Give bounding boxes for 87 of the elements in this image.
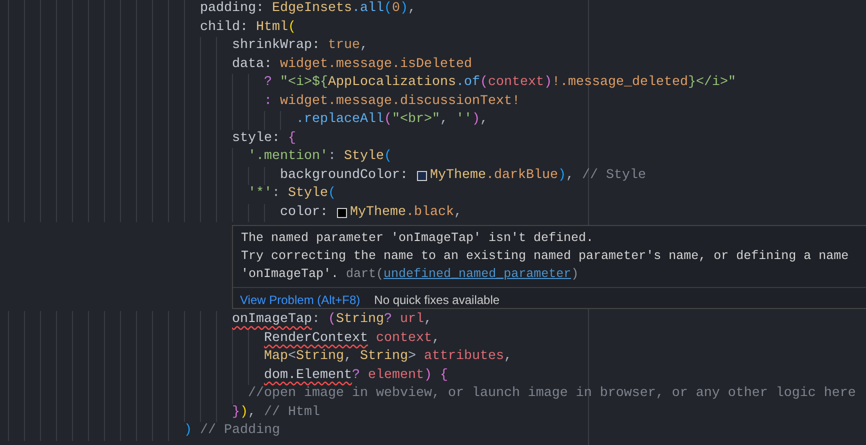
code-token: "<br>" [392, 111, 440, 129]
code-token: context [374, 330, 432, 348]
code-token: padding: [200, 0, 265, 18]
code-token: EdgeInsets [272, 0, 352, 18]
code-token: .all [352, 0, 384, 18]
code-token: // Html [264, 404, 320, 422]
code-token: color: [280, 204, 329, 222]
code-token: , [504, 348, 512, 366]
code-token: style: [232, 130, 281, 148]
code-token: ? [384, 311, 393, 329]
code-token: ( [384, 148, 392, 166]
code-token: Style [288, 185, 328, 203]
code-token: ) [424, 366, 432, 384]
code-token: '' [456, 111, 472, 129]
code-token: // Style [582, 166, 646, 184]
code-token: String [296, 348, 344, 366]
code-token: ) [544, 74, 552, 92]
code-token: , [424, 311, 432, 329]
code-token: ) [240, 404, 248, 422]
code-token: //open image in webview, or launch image in browser, or any other logic here [248, 385, 856, 403]
error-code-token: dom.Element [264, 366, 352, 384]
code-token: String [360, 348, 408, 366]
code-token: attributes [424, 348, 504, 366]
code-token: child: [200, 18, 249, 36]
code-token: .of [456, 74, 480, 92]
error-code-token: onImageTap [232, 311, 312, 329]
code-token: } [232, 404, 240, 422]
code-token: element [368, 366, 424, 384]
code-token: : [328, 148, 337, 166]
code-token: { [438, 366, 448, 384]
code-token: : [312, 311, 321, 329]
code-token: url [400, 311, 424, 329]
code-token: ) [558, 166, 566, 184]
code-token: , [454, 204, 462, 222]
code-token: '.mention' [248, 148, 328, 166]
code-token: .darkBlue [486, 166, 558, 184]
code-token: : [264, 92, 273, 110]
code-token: ? [352, 366, 361, 384]
code-token: "<i>${ [280, 74, 328, 92]
code-token: Style [344, 148, 384, 166]
code-token: // Padding [198, 422, 280, 440]
code-token: '*' [248, 185, 272, 203]
code-token: ? [264, 74, 273, 92]
code-token: Html [256, 18, 288, 36]
code-token: , [566, 166, 575, 184]
code-token: ( [384, 0, 392, 18]
code-token: ( [480, 74, 488, 92]
code-token: true [328, 37, 360, 55]
code-token: ) [400, 0, 408, 18]
code-token: , [248, 404, 257, 422]
code-token: , [480, 111, 488, 129]
code-token: AppLocalizations [328, 74, 456, 92]
code-token: widget.message.discussionText! [280, 92, 520, 110]
code-token: }</i>" [688, 74, 736, 92]
code-token: 0 [392, 0, 400, 18]
code-token: backgroundColor: [280, 166, 409, 184]
code-token: data: [232, 56, 273, 74]
code-token: , [432, 330, 440, 348]
code-token: MyTheme [350, 204, 406, 222]
code-token: : [272, 185, 281, 203]
code-token: MyTheme [430, 166, 486, 184]
code-token: context [488, 74, 544, 92]
error-code-token: RenderContext [264, 330, 368, 348]
code-token: , [408, 0, 416, 18]
code-token: widget.message.isDeleted [280, 56, 472, 74]
code-token: ( [288, 18, 296, 36]
code-token: { [288, 130, 296, 148]
code-token: .black [406, 204, 454, 222]
code-token: Map [264, 348, 288, 366]
quick-fix-status: No quick fixes available [374, 292, 500, 306]
code-token: String [336, 311, 384, 329]
code-token: < [288, 348, 296, 366]
code-token: > [408, 348, 417, 366]
code-token: ) [184, 422, 192, 440]
code-token: ( [328, 185, 336, 203]
code-token: ( [384, 111, 392, 129]
code-token: .replaceAll [296, 111, 384, 129]
code-token: shrinkWrap: [232, 37, 321, 55]
view-problem-link[interactable]: View Problem (Alt+F8) [240, 292, 360, 306]
code-token: !.message_deleted [552, 74, 688, 92]
error-code-link[interactable]: undefined_named_parameter [384, 267, 572, 281]
code-token: , [440, 111, 449, 129]
code-token: ) [472, 111, 480, 129]
code-token: , [344, 348, 353, 366]
code-token: , [360, 37, 368, 55]
code-token: ( [328, 311, 336, 329]
error-message: The named parameter 'onImageTap' isn't defined. Try correcting the name to an existing named parameter's name, or defining a name 'onImageTap'. dart(undefined_named_parameter) [240, 230, 850, 283]
